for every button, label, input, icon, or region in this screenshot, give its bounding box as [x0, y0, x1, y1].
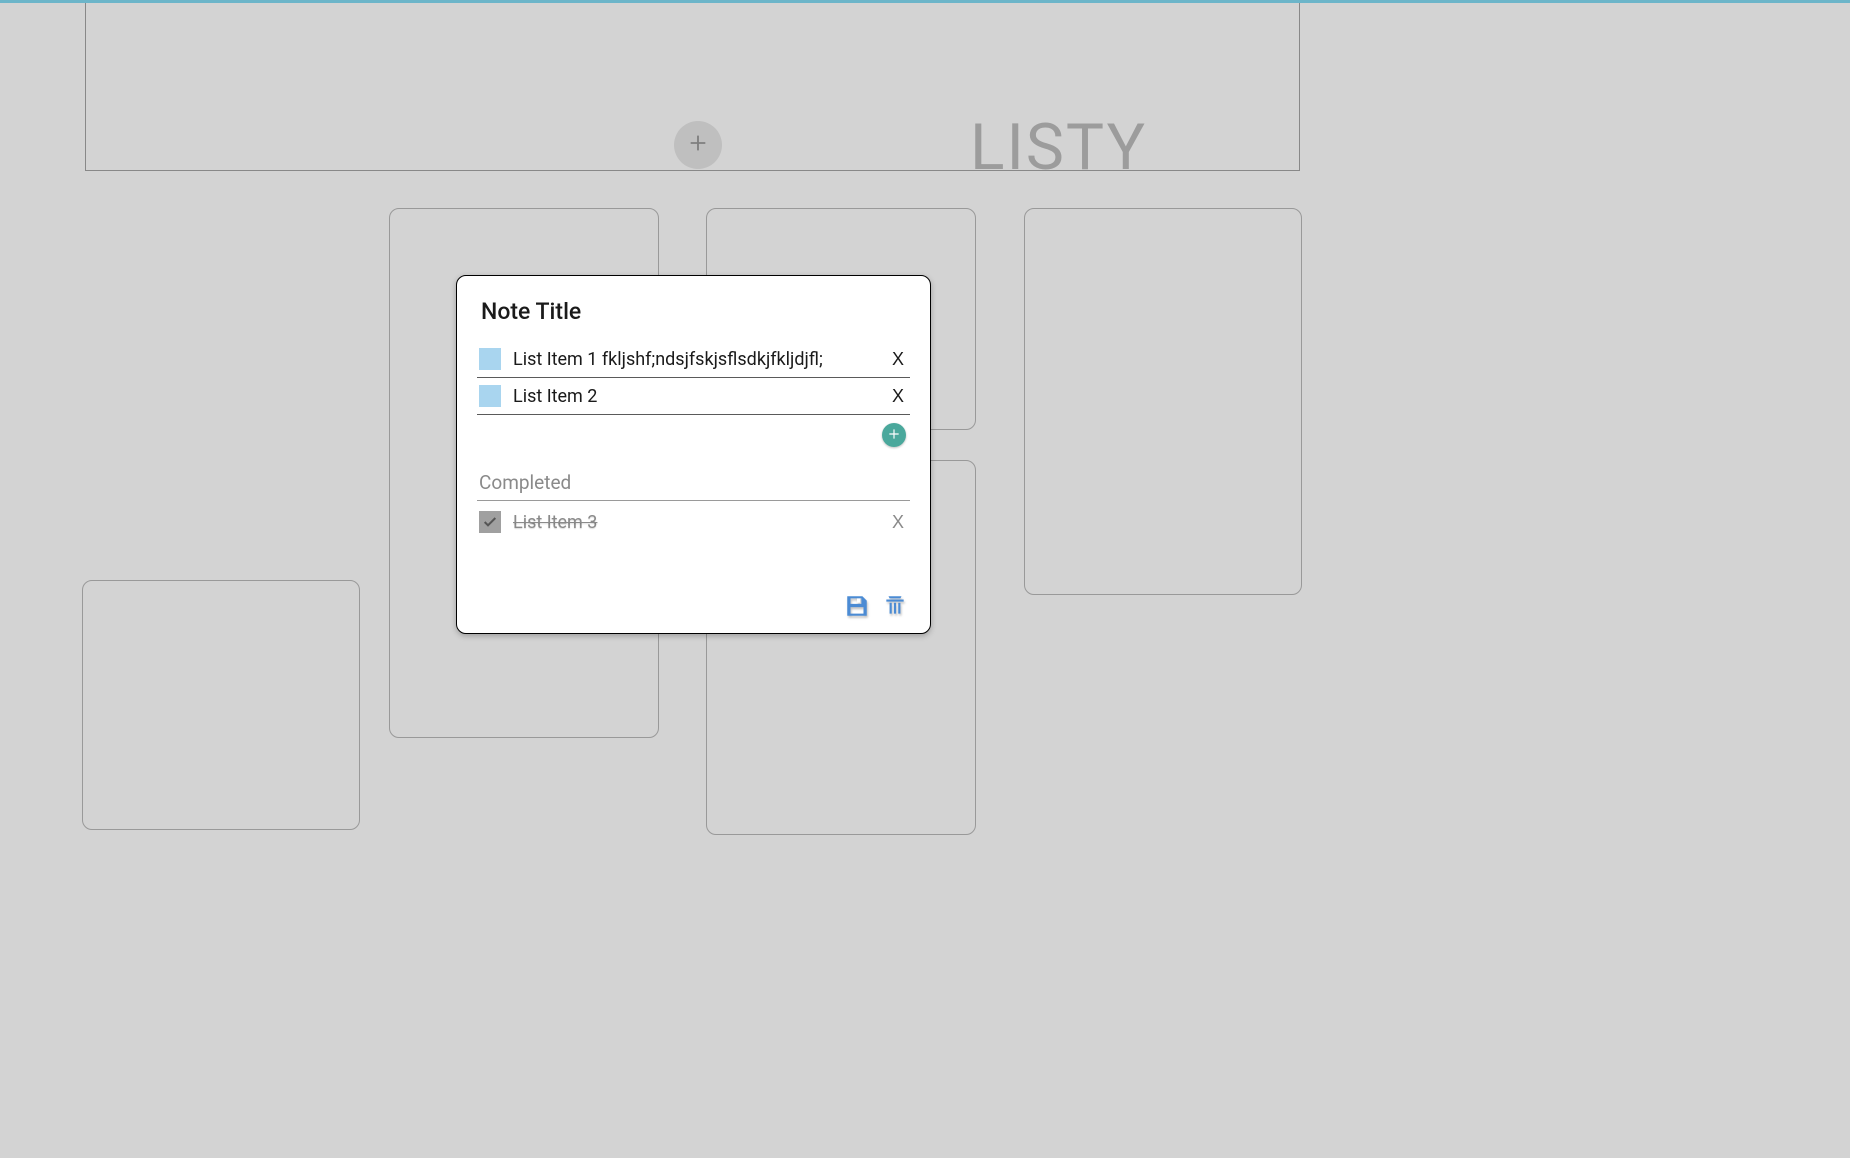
- save-button[interactable]: [844, 593, 870, 619]
- list-item-row: List Item 3 X: [477, 501, 910, 537]
- checkbox-unchecked-icon[interactable]: [479, 385, 501, 407]
- delete-button[interactable]: [882, 593, 908, 619]
- delete-item-button[interactable]: X: [886, 349, 910, 370]
- add-item-row: [477, 415, 910, 447]
- modal-actions: [477, 593, 910, 619]
- trash-icon: [882, 604, 908, 623]
- modal-overlay: Note Title List Item 1 fkljshf;ndsjfskjs…: [0, 0, 1850, 1158]
- save-icon: [844, 604, 870, 623]
- add-note-button[interactable]: [674, 121, 722, 169]
- list-item-text[interactable]: List Item 3: [513, 512, 874, 533]
- list-item-row: List Item 1 fkljshf;ndsjfskjsflsdkjfkljd…: [477, 341, 910, 378]
- plus-icon: [887, 426, 901, 445]
- add-item-button[interactable]: [882, 423, 906, 447]
- note-card[interactable]: [82, 580, 360, 830]
- note-edit-modal: Note Title List Item 1 fkljshf;ndsjfskjs…: [456, 275, 931, 634]
- list-item-text[interactable]: List Item 1 fkljshf;ndsjfskjsflsdkjfkljd…: [513, 349, 874, 370]
- delete-item-button[interactable]: X: [886, 512, 910, 533]
- checkbox-unchecked-icon[interactable]: [479, 348, 501, 370]
- completed-section-header: Completed: [477, 471, 910, 501]
- list-item-text[interactable]: List Item 2: [513, 386, 874, 407]
- note-card[interactable]: [1024, 208, 1302, 595]
- note-title[interactable]: Note Title: [477, 298, 910, 325]
- brand-logo: LISTY: [970, 110, 1147, 185]
- delete-item-button[interactable]: X: [886, 386, 910, 407]
- plus-icon: [687, 132, 709, 158]
- checkbox-checked-icon[interactable]: [479, 511, 501, 533]
- list-item-row: List Item 2 X: [477, 378, 910, 415]
